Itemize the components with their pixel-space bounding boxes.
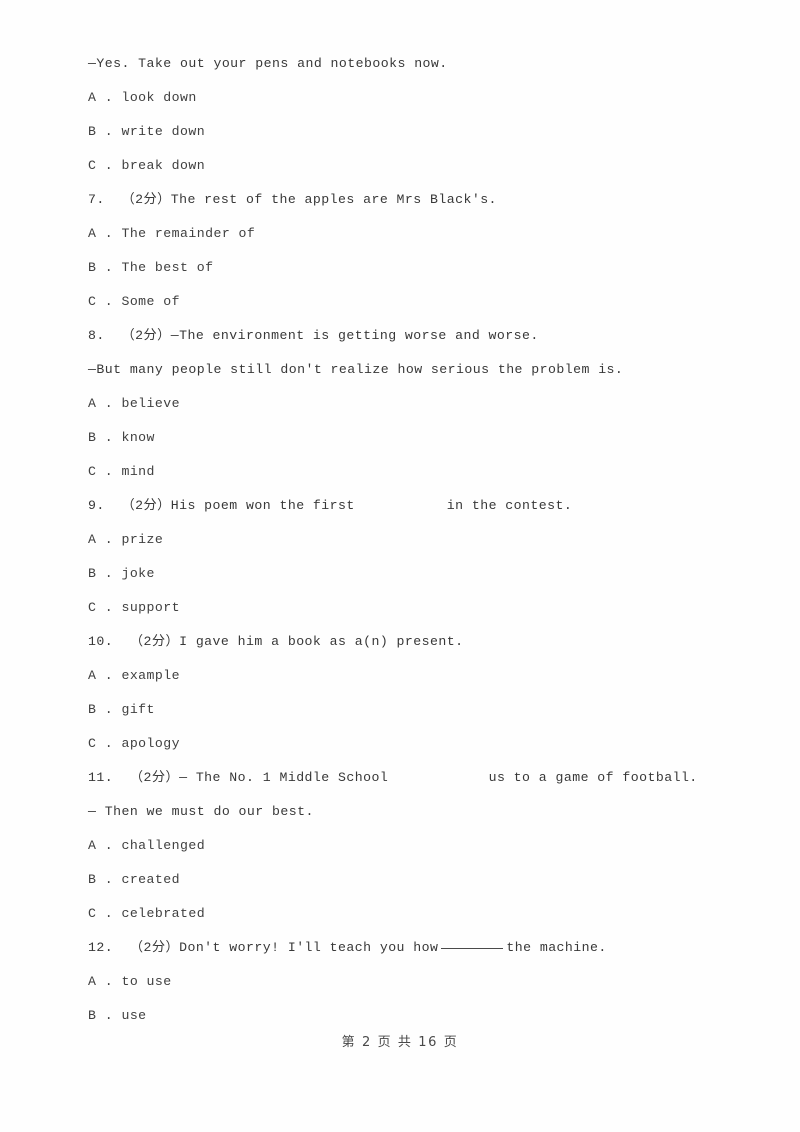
option-item[interactable]: B . The best of — [88, 251, 748, 285]
option-item[interactable]: C . Some of — [88, 285, 748, 319]
question-stem-line: 7. （2分）The rest of the apples are Mrs Bl… — [88, 192, 497, 207]
option-item[interactable]: A . example — [88, 659, 748, 693]
option-item[interactable]: B . created — [88, 863, 748, 897]
stem-text-before-blank: 12. （2分）Don't worry! I'll teach you how — [88, 940, 439, 955]
question-stem-line: 8. （2分）—The environment is getting worse… — [88, 328, 539, 343]
exam-question-list: —Yes. Take out your pens and notebooks n… — [88, 47, 748, 1033]
question-stem-line: — Then we must do our best. — [88, 804, 314, 819]
option-item[interactable]: C . mind — [88, 455, 748, 489]
option-item[interactable]: B . use — [88, 999, 748, 1033]
option-item[interactable]: A . look down — [88, 81, 748, 115]
document-page: —Yes. Take out your pens and notebooks n… — [0, 0, 800, 1132]
stem-text-before-gap: 11. （2分）— The No. 1 Middle School — [88, 770, 389, 785]
question-stem-line: 12. （2分）Don't worry! I'll teach you how t… — [88, 931, 748, 965]
answer-blank-underline — [441, 948, 504, 949]
stem-text-before-gap: 9. （2分）His poem won the first — [88, 498, 355, 513]
page-footer: 第 2 页 共 16 页 — [341, 1035, 459, 1050]
option-item[interactable]: A . believe — [88, 387, 748, 421]
answer-gap — [388, 761, 488, 795]
stem-text-after-blank: the machine. — [506, 940, 607, 955]
option-item[interactable]: A . to use — [88, 965, 748, 999]
option-item[interactable]: A . prize — [88, 523, 748, 557]
option-item[interactable]: B . gift — [88, 693, 748, 727]
option-item[interactable]: B . know — [88, 421, 748, 455]
option-item[interactable]: C . apology — [88, 727, 748, 761]
option-item[interactable]: C . break down — [88, 149, 748, 183]
stem-text-after-gap: in the contest. — [446, 498, 573, 513]
stem-text-after-gap: us to a game of football. — [488, 770, 698, 785]
question-stem-line: —But many people still don't realize how… — [88, 362, 624, 377]
option-item[interactable]: B . joke — [88, 557, 748, 591]
option-item[interactable]: A . The remainder of — [88, 217, 748, 251]
option-item[interactable]: B . write down — [88, 115, 748, 149]
option-item[interactable]: C . support — [88, 591, 748, 625]
answer-gap — [355, 489, 447, 523]
question-stem-line: 9. （2分）His poem won the first in the con… — [88, 489, 748, 523]
question-stem-line: 11. （2分）— The No. 1 Middle School us to … — [88, 761, 748, 795]
option-item[interactable]: A . challenged — [88, 829, 748, 863]
question-stem-line: 10. （2分）I gave him a book as a(n) presen… — [88, 634, 464, 649]
option-item[interactable]: C . celebrated — [88, 897, 748, 931]
question-stem-line: —Yes. Take out your pens and notebooks n… — [88, 56, 448, 71]
